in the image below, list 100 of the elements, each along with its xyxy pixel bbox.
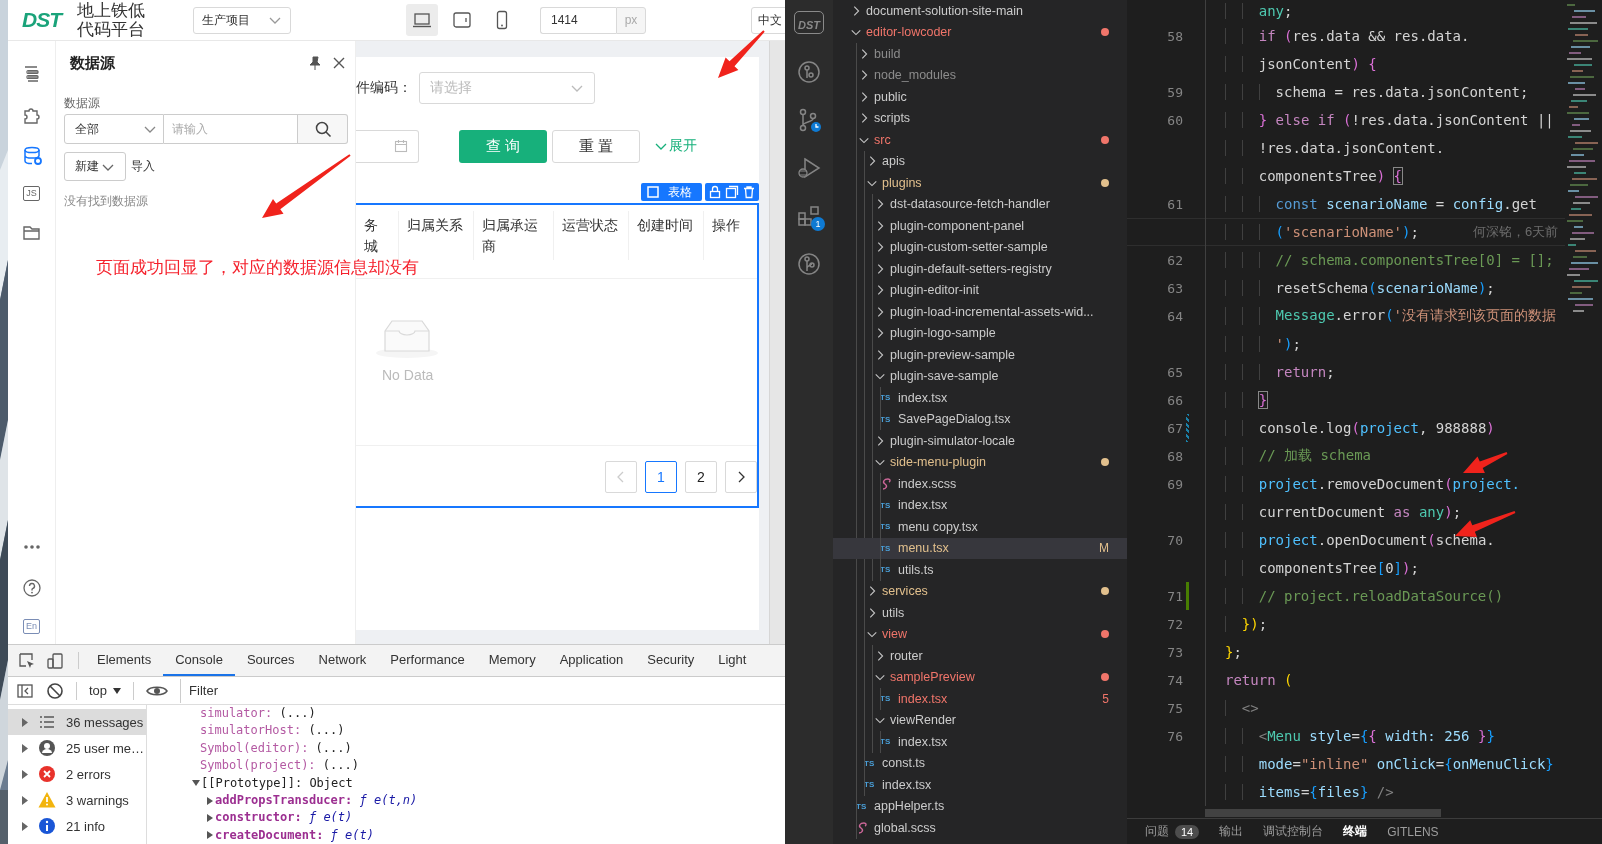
clear-console-icon[interactable] [46, 681, 64, 700]
devtools-tab[interactable]: Elements [85, 645, 164, 676]
folder-tree-item[interactable]: plugin-default-setters-registry [833, 258, 1127, 280]
file-tree-item[interactable]: TS index.tsx 5 [833, 688, 1127, 710]
language-toggle-button[interactable]: En [23, 619, 40, 634]
folder-tree-item[interactable]: public [833, 86, 1127, 108]
panel-tab[interactable]: 终端 [1343, 823, 1368, 840]
component-tag[interactable]: 表格 [641, 183, 702, 201]
typescript-file-icon: TS [880, 565, 898, 575]
database-icon[interactable] [21, 145, 42, 165]
folder-tree-item[interactable]: services [833, 580, 1127, 602]
copy-icon[interactable] [725, 185, 739, 199]
folder-tree-item[interactable]: samplePreview [833, 666, 1127, 688]
panel-title: 数据源 [70, 53, 115, 73]
extensions-icon[interactable] [797, 204, 821, 228]
device-button[interactable] [406, 4, 438, 36]
devtools-tab[interactable]: Memory [476, 645, 548, 676]
file-tree-item[interactable]: TS index.tsx [833, 494, 1127, 516]
folder-tree-item[interactable]: scripts [833, 107, 1127, 129]
empty-inbox-icon [375, 317, 439, 359]
search-input[interactable]: 请输入 [164, 114, 298, 144]
folder-tree-item[interactable]: dst-datasource-fetch-handler [833, 193, 1127, 215]
file-tree-item[interactable]: TS SavePageDialog.tsx [833, 408, 1127, 430]
folder-tree-item[interactable]: view [833, 623, 1127, 645]
pin-icon[interactable] [307, 55, 323, 71]
folder-tree-item[interactable]: node_modules [833, 64, 1127, 86]
search-button[interactable] [298, 114, 348, 144]
close-icon[interactable] [331, 55, 347, 71]
folder-tree-item[interactable]: plugin-save-sample [833, 365, 1127, 387]
file-tree-item[interactable]: TS index.tsx [833, 731, 1127, 753]
language-button[interactable]: 中文 [751, 6, 785, 34]
folder-tree-item[interactable]: plugin-custom-setter-sample [833, 236, 1127, 258]
caret-right-icon [22, 743, 28, 753]
source-control-icon[interactable] [797, 108, 821, 132]
type-select[interactable]: 全部 [64, 114, 164, 144]
panel-tab[interactable]: 问题 14 [1145, 823, 1200, 840]
new-button[interactable]: 新建 [64, 152, 126, 181]
dst-logo[interactable]: DST [794, 10, 824, 34]
devtools-tab[interactable]: Console [163, 645, 235, 676]
reset-button[interactable]: 重 置 [552, 129, 640, 163]
file-tree-item[interactable]: TS appHelper.ts [833, 795, 1127, 817]
file-tree-item[interactable]: TS menu copy.tsx [833, 516, 1127, 538]
sidebar-toggle-icon[interactable] [16, 681, 34, 700]
panel-tab[interactable]: 输出 [1219, 823, 1244, 840]
page-button[interactable]: 1 [645, 461, 677, 493]
folder-tree-item[interactable]: router [833, 645, 1127, 667]
panel-tab[interactable]: 调试控制台 [1263, 823, 1324, 840]
folder-tree-item[interactable]: utils [833, 602, 1127, 624]
folder-tree-item[interactable]: viewRender [833, 709, 1127, 731]
folder-tree-item[interactable]: document-solution-site-main [833, 0, 1127, 22]
search-icon [313, 120, 332, 138]
console-line: addPropsTransducer: ƒ e(t,n) [215, 791, 418, 809]
folder-tree-item[interactable]: editor-lowcoder [833, 21, 1127, 43]
file-tree-item[interactable]: TS index.tsx [833, 774, 1127, 796]
run-debug-icon[interactable] [797, 156, 821, 180]
page-button[interactable]: 2 [685, 461, 717, 493]
file-tree-item[interactable]: TS index.tsx [833, 387, 1127, 409]
folder-tree-item[interactable]: src [833, 129, 1127, 151]
folder-tree-item[interactable]: build [833, 43, 1127, 65]
console-filter-item[interactable]: 25 user me… [8, 735, 146, 761]
date-field[interactable] [356, 129, 419, 163]
console-filter-item[interactable]: 3 warnings [8, 787, 146, 813]
folder-tree-item[interactable]: plugin-simulator-locale [833, 430, 1127, 452]
context-select[interactable]: top [89, 683, 122, 698]
devtools-tab[interactable]: Network [306, 645, 379, 676]
panel-tab[interactable]: GITLENS [1387, 824, 1439, 839]
devtools-tab[interactable]: Performance [378, 645, 477, 676]
folder-tree-item[interactable]: plugin-preview-sample [833, 344, 1127, 366]
import-link[interactable]: 导入 [131, 158, 155, 175]
file-tree-item[interactable]: global.scss [833, 817, 1127, 839]
folder-tree-item[interactable]: side-menu-plugin [833, 451, 1127, 473]
project-select[interactable]: 生产项目 [193, 6, 291, 34]
console-line: constructor: ƒ e(t) [215, 809, 353, 827]
trash-icon[interactable] [742, 185, 756, 199]
count-badge: 14 [1175, 824, 1200, 839]
folder-tree-item[interactable]: apis [833, 150, 1127, 172]
folder-tree-item[interactable]: plugin-component-panel [833, 215, 1127, 237]
file-tree-item[interactable]: index.scss [833, 473, 1127, 495]
gitlens-icon[interactable] [797, 252, 821, 276]
devtools-tab[interactable]: Application [547, 645, 636, 676]
inspect-icon[interactable] [18, 651, 36, 670]
js-button[interactable]: JS [23, 186, 40, 201]
console-filter-item[interactable]: 2 errors [8, 761, 146, 787]
console-filter-item[interactable]: 21 info [8, 813, 146, 839]
git-commit-icon[interactable] [797, 60, 821, 84]
lock-icon[interactable] [708, 185, 722, 199]
file-tree-item[interactable]: TS utils.ts [833, 559, 1127, 581]
tablet-icon [452, 10, 472, 30]
device-toggle-icon[interactable] [46, 651, 64, 670]
console-filter-item[interactable]: 36 messages [8, 709, 146, 735]
folder-tree-item[interactable]: plugin-logo-sample [833, 322, 1127, 344]
devtools-tab[interactable]: Security [635, 645, 707, 676]
folder-tree-item[interactable]: plugins [833, 172, 1127, 194]
file-tree-item[interactable]: TS const.ts [833, 752, 1127, 774]
file-tree-item[interactable]: TS menu.tsx M [833, 537, 1127, 559]
folder-tree-item[interactable]: plugin-load-incremental-assets-wid... [833, 301, 1127, 323]
folder-tree-item[interactable]: plugin-editor-init [833, 279, 1127, 301]
devtools-tab[interactable]: Light [706, 645, 759, 676]
help-icon[interactable] [21, 578, 42, 598]
devtools-tab[interactable]: Sources [234, 645, 307, 676]
